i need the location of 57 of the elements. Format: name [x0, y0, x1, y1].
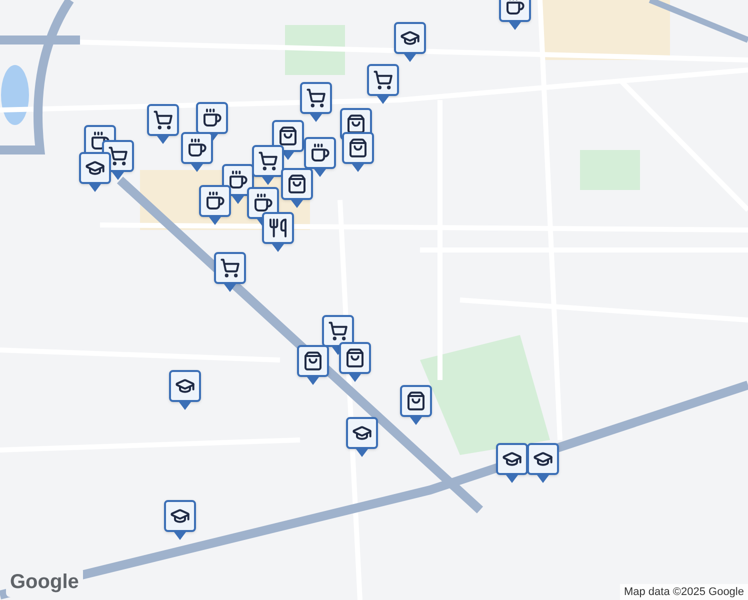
fork-and-knife-icon: [268, 218, 288, 238]
shopping-cart-icon: [328, 321, 348, 341]
map-marker[interactable]: [262, 212, 294, 252]
map-marker[interactable]: [400, 385, 432, 425]
map-marker[interactable]: [181, 132, 213, 172]
map-marker[interactable]: [164, 500, 196, 540]
shopping-cart-icon: [108, 146, 128, 166]
shopping-bag-icon: [278, 126, 298, 146]
graduation-cap-icon: [400, 28, 420, 48]
map-marker[interactable]: [281, 168, 313, 208]
map-marker[interactable]: [196, 102, 228, 142]
coffee-cup-icon: [253, 193, 273, 213]
shopping-bag-icon: [303, 351, 323, 371]
coffee-cup-icon: [187, 138, 207, 158]
map-marker[interactable]: [527, 443, 559, 483]
coffee-cup-icon: [90, 131, 110, 151]
map-marker[interactable]: [214, 252, 246, 292]
shopping-bag-icon: [287, 174, 307, 194]
map-marker[interactable]: [496, 443, 528, 483]
map-logo: Google: [6, 567, 83, 597]
shopping-cart-icon: [153, 110, 173, 130]
graduation-cap-icon: [175, 376, 195, 396]
map-marker[interactable]: [367, 64, 399, 104]
coffee-cup-icon: [505, 0, 525, 16]
graduation-cap-icon: [85, 158, 105, 178]
graduation-cap-icon: [533, 449, 553, 469]
shopping-bag-icon: [348, 138, 368, 158]
map-marker[interactable]: [199, 185, 231, 225]
map-marker[interactable]: [499, 0, 531, 30]
map-marker[interactable]: [304, 137, 336, 177]
map-marker[interactable]: [272, 120, 304, 160]
shopping-bag-icon: [346, 114, 366, 134]
graduation-cap-icon: [170, 506, 190, 526]
map-marker[interactable]: [322, 315, 354, 355]
map-marker[interactable]: [346, 417, 378, 457]
map-marker[interactable]: [394, 22, 426, 62]
map-marker[interactable]: [147, 104, 179, 144]
map-marker[interactable]: [252, 145, 284, 185]
map-attribution: Map data ©2025 Google: [620, 584, 748, 600]
coffee-cup-icon: [205, 191, 225, 211]
graduation-cap-icon: [502, 449, 522, 469]
shopping-cart-icon: [258, 151, 278, 171]
coffee-cup-icon: [228, 170, 248, 190]
map-marker[interactable]: [79, 152, 111, 192]
coffee-cup-icon: [310, 143, 330, 163]
map-marker[interactable]: [297, 345, 329, 385]
map-marker[interactable]: [169, 370, 201, 410]
shopping-cart-icon: [220, 258, 240, 278]
map-marker[interactable]: [342, 132, 374, 172]
shopping-cart-icon: [373, 70, 393, 90]
shopping-cart-icon: [306, 88, 326, 108]
shopping-bag-icon: [345, 348, 365, 368]
map-marker[interactable]: [339, 342, 371, 382]
graduation-cap-icon: [352, 423, 372, 443]
coffee-cup-icon: [202, 108, 222, 128]
map-marker[interactable]: [300, 82, 332, 122]
shopping-bag-icon: [406, 391, 426, 411]
